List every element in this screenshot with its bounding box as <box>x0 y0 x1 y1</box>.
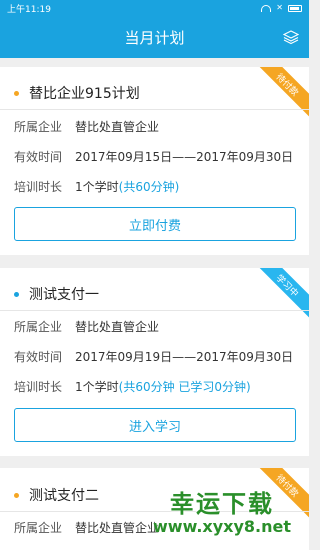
company-label: 所属企业 <box>14 320 63 334</box>
status-dot <box>14 492 19 498</box>
plan-card: 学习中 测试支付一 所属企业 替比处直管企业 有效时间 2017年09月19日—… <box>0 268 309 456</box>
list-gap <box>0 58 309 67</box>
company-row: 所属企业 替比处直管企业 <box>14 118 159 135</box>
ribbon-label: 学习中 <box>273 272 301 300</box>
watermark: 幸运下载 www.xyxy8.net <box>137 484 307 536</box>
watermark-url: www.xyxy8.net <box>153 517 291 536</box>
period-row: 有效时间 2017年09月19日——2017年09月30日 <box>14 348 293 365</box>
plan-title-text: 测试支付一 <box>29 287 99 303</box>
duration-label: 培训时长 <box>14 180 63 194</box>
layers-icon[interactable] <box>283 29 299 45</box>
status-ribbon: 待付款 <box>254 67 309 118</box>
company-label: 所属企业 <box>14 521 63 535</box>
plan-card: 待付款 替比企业915计划 所属企业 替比处直管企业 有效时间 2017年09月… <box>0 67 309 255</box>
list-gap <box>0 456 309 468</box>
duration-label: 培训时长 <box>14 380 63 394</box>
pay-now-button[interactable]: 立即付费 <box>14 207 296 241</box>
plan-title: 测试支付一 <box>14 284 99 304</box>
company-value: 替比处直管企业 <box>75 320 160 334</box>
status-ribbon: 学习中 <box>254 268 309 319</box>
watermark-main: 幸运下载 <box>170 490 274 518</box>
battery-icon <box>288 4 302 12</box>
no-signal-icon: ✕ <box>276 3 283 12</box>
company-row: 所属企业 替比处直管企业 <box>14 318 159 335</box>
period-value: 2017年09月19日——2017年09月30日 <box>75 350 294 364</box>
duration-extra: (共60分钟) <box>118 180 180 194</box>
app-bar: 当月计划 <box>0 16 309 58</box>
status-icons: ✕ <box>261 4 302 12</box>
start-learning-button[interactable]: 进入学习 <box>14 408 296 442</box>
page-title: 当月计划 <box>124 28 185 47</box>
duration-value: 1个学时 <box>75 380 119 394</box>
ribbon-label: 待付款 <box>273 71 301 99</box>
period-value: 2017年09月15日——2017年09月30日 <box>75 150 294 164</box>
duration-extra: (共60分钟 已学习0分钟) <box>118 380 251 394</box>
period-label: 有效时间 <box>14 150 63 164</box>
list-gap <box>0 255 309 268</box>
status-bar: 上午11:19 ✕ <box>0 0 309 16</box>
status-dot <box>14 90 19 96</box>
company-value: 替比处直管企业 <box>75 120 160 134</box>
plan-title: 测试支付二 <box>14 485 99 505</box>
status-time: 上午11:19 <box>7 4 51 15</box>
plan-title-text: 替比企业915计划 <box>29 86 140 102</box>
divider <box>0 310 309 311</box>
plan-title-text: 测试支付二 <box>29 488 99 504</box>
period-row: 有效时间 2017年09月15日——2017年09月30日 <box>14 148 293 165</box>
duration-row: 培训时长 1个学时 (共60分钟 已学习0分钟) <box>14 378 251 395</box>
duration-row: 培训时长 1个学时 (共60分钟) <box>14 178 179 195</box>
period-label: 有效时间 <box>14 350 63 364</box>
company-label: 所属企业 <box>14 120 63 134</box>
divider <box>0 109 309 110</box>
plan-title: 替比企业915计划 <box>14 83 140 103</box>
duration-value: 1个学时 <box>75 180 119 194</box>
status-dot <box>14 291 19 297</box>
wifi-icon <box>261 4 272 12</box>
